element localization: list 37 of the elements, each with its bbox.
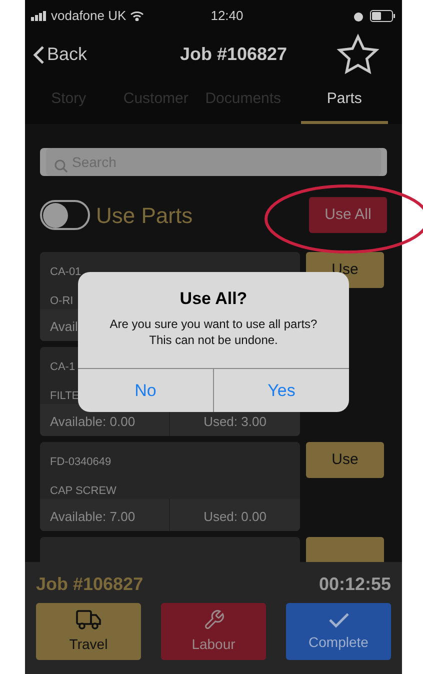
use-button[interactable]: Use (306, 442, 384, 478)
footer-job-number: Job #106827 (36, 572, 144, 596)
dialog-message: This can not be undone. (149, 332, 278, 348)
part-name: O-RI (50, 294, 74, 308)
available-quantity: Avail (50, 318, 78, 336)
tab[interactable]: Parts (300, 77, 388, 124)
wifi-icon (130, 11, 144, 21)
part-name: CAP SCREW (50, 484, 116, 498)
nav-title: Job #106827 (178, 43, 288, 66)
dialog-message: Are you sure you want to use all parts? (110, 316, 318, 332)
truck-icon (76, 608, 102, 630)
chevron-left-icon (33, 44, 45, 64)
used-quantity: Used: 3.00 (204, 412, 266, 430)
clock-time: 12:40 (210, 7, 244, 26)
available-quantity: Available: 7.00 (50, 508, 136, 526)
carrier-name: vodafone UK (51, 7, 126, 26)
part-code: FD-0340649 (50, 455, 112, 470)
use-all-button[interactable]: Use All (309, 197, 387, 233)
timer: 00:12:55 (318, 572, 391, 596)
checkmark-icon (328, 610, 350, 628)
dialog-title: Use All? (180, 288, 248, 310)
battery-icon (370, 10, 396, 22)
available-quantity: Available: 0.00 (50, 412, 136, 430)
part-code: CA-1 (50, 360, 76, 375)
complete-button[interactable]: Complete (286, 603, 391, 660)
part-code: CA-01 (50, 265, 82, 280)
dialog-button[interactable]: Yes (213, 369, 349, 412)
labour-button[interactable]: Labour (161, 603, 266, 660)
wrench-icon (202, 608, 224, 630)
back-button[interactable]: Back (33, 41, 143, 68)
travel-button[interactable]: Travel (36, 603, 141, 660)
signal-icon (31, 11, 47, 21)
use-parts-label: Use Parts (96, 202, 194, 230)
part-name: FILTE (50, 388, 80, 404)
dialog-button[interactable]: No (78, 369, 213, 412)
toggle-switch[interactable] (40, 200, 90, 230)
used-quantity: Used: 0.00 (204, 508, 266, 526)
